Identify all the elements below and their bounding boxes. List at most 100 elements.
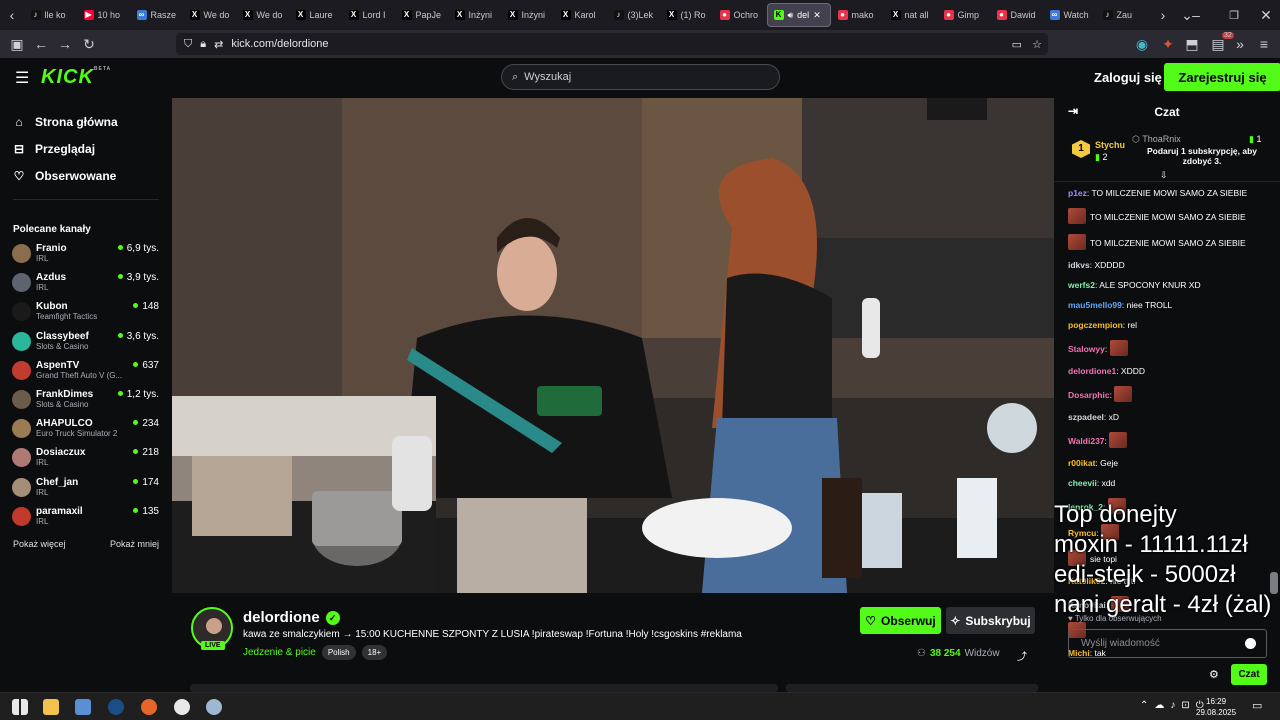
- emoji-icon[interactable]: [1245, 638, 1256, 649]
- browser-tab[interactable]: ● mako: [832, 3, 884, 27]
- kick-logo[interactable]: KICKBETA: [41, 66, 111, 89]
- menu-icon[interactable]: ≡: [1252, 36, 1276, 52]
- recommended-channel[interactable]: AHAPULCO Euro Truck Simulator 2 234: [0, 416, 172, 445]
- browser-tab[interactable]: X (1) Ro: [661, 3, 713, 27]
- follow-button[interactable]: ♡ Obserwuj: [860, 607, 941, 634]
- login-button[interactable]: Zaloguj się: [1094, 70, 1162, 85]
- audio-playing-icon[interactable]: 🔊︎: [788, 10, 794, 21]
- browser-tab[interactable]: X Inżyni: [502, 3, 554, 27]
- chat-username[interactable]: cheevii: [1068, 478, 1097, 488]
- recommended-channel[interactable]: AspenTV Grand Theft Auto V (G... 637: [0, 358, 172, 387]
- notifications-icon[interactable]: ▤ 32: [1206, 31, 1234, 53]
- tag-language[interactable]: Polish: [321, 645, 356, 660]
- reload-icon[interactable]: ↻: [77, 36, 101, 53]
- file-explorer-icon[interactable]: [43, 699, 59, 715]
- browser-tab[interactable]: X Laure: [290, 3, 342, 27]
- recommended-channel[interactable]: Dosiaczux IRL 218: [0, 445, 172, 474]
- permissions-icon[interactable]: ⇄: [214, 38, 223, 51]
- register-button[interactable]: Zarejestruj się: [1164, 63, 1280, 91]
- chat-username[interactable]: Waldi237: [1068, 436, 1105, 446]
- chat-username[interactable]: idkvs: [1068, 260, 1090, 270]
- recommended-channel[interactable]: Azdus IRL 3,9 tys.: [0, 270, 172, 299]
- category-link[interactable]: Jedzenie & picie: [243, 647, 316, 658]
- browser-tab[interactable]: ▶ 10 ho: [78, 3, 130, 27]
- chat-settings-gear-icon[interactable]: ⚙: [1209, 668, 1219, 681]
- recommended-channel[interactable]: Franio IRL 6,9 tys.: [0, 241, 172, 270]
- recommended-channel[interactable]: paramaxil IRL 135: [0, 504, 172, 533]
- chat-username[interactable]: pogczempion: [1068, 320, 1123, 330]
- close-window-icon[interactable]: ✕: [1254, 7, 1278, 24]
- extensions-puzzle-icon[interactable]: ⬒: [1180, 36, 1204, 53]
- browser-tab[interactable]: X Karol: [555, 3, 607, 27]
- steam-icon[interactable]: [108, 699, 124, 715]
- streamer-name[interactable]: delordione ✓: [243, 609, 340, 626]
- gift-subscription-prompt[interactable]: Podaruj 1 subskrypcję, aby zdobyć 3.: [1132, 146, 1272, 166]
- browser-tab[interactable]: ● Dawid: [991, 3, 1043, 27]
- restore-icon[interactable]: ❐: [1222, 9, 1246, 22]
- show-more-button[interactable]: Pokaż więcej: [13, 539, 66, 549]
- extension-shield-icon[interactable]: ◉: [1130, 36, 1154, 53]
- chat-message-input[interactable]: Wyślij wiadomość: [1068, 629, 1267, 658]
- chat-username[interactable]: mau5mello99: [1068, 300, 1122, 310]
- browser-tab[interactable]: ♪ Zau: [1097, 3, 1149, 27]
- chat-username[interactable]: werfs2: [1068, 280, 1095, 290]
- sidebar-toggle-icon[interactable]: ▣: [5, 36, 29, 53]
- show-less-button[interactable]: Pokaż mniej: [110, 539, 159, 549]
- minimize-icon[interactable]: –: [1184, 7, 1208, 23]
- tab-scroll-left-icon[interactable]: ‹: [0, 7, 24, 23]
- sidebar-nav-item[interactable]: ⊟ Przeglądaj: [0, 135, 172, 162]
- back-icon[interactable]: ←: [29, 36, 53, 52]
- browser-tab[interactable]: ● Ochro: [714, 3, 766, 27]
- search-input[interactable]: ⌕ Wyszukaj: [501, 64, 780, 90]
- browser-tab[interactable]: ● Gimp: [938, 3, 990, 27]
- browser-tab[interactable]: X We do: [184, 3, 236, 27]
- gifter-name[interactable]: ⬡ ThoaRnix: [1132, 134, 1181, 145]
- top-gifter-name[interactable]: Stychu: [1095, 140, 1125, 150]
- browser-tab[interactable]: Xnat all: [885, 3, 937, 27]
- browser-tab[interactable]: ∞ Watch: [1044, 3, 1096, 27]
- chat-username[interactable]: Dosarphic: [1068, 390, 1110, 400]
- tab-scroll-right-icon[interactable]: ›: [1151, 7, 1175, 23]
- browser-tab[interactable]: K 🔊︎ del ✕: [766, 3, 831, 27]
- browser-tab[interactable]: ♪ (3)Lek: [608, 3, 660, 27]
- chat-username[interactable]: szpadeel: [1068, 412, 1104, 422]
- chat-username[interactable]: delordione1: [1068, 366, 1116, 376]
- browser-tab[interactable]: ∞ Rasze: [131, 3, 183, 27]
- chat-username[interactable]: Stalowyy: [1068, 344, 1105, 354]
- url-bar[interactable]: ⛉ 🔒︎ ⇄ kick.com/delordione ☆ ▭: [176, 33, 1048, 55]
- overflow-chevrons-icon[interactable]: »: [1228, 36, 1252, 52]
- browser-tab[interactable]: X Inżyni: [449, 3, 501, 27]
- browser-tab[interactable]: X We do: [237, 3, 289, 27]
- browser-tab[interactable]: ♪ lle ko: [25, 3, 77, 27]
- tag-age[interactable]: 18+: [361, 645, 388, 660]
- subscribe-button[interactable]: ✧ Subskrybuj: [946, 607, 1035, 634]
- app-icon[interactable]: [206, 699, 222, 715]
- recommended-channel[interactable]: Classybeef Slots & Casino 3,6 tys.: [0, 329, 172, 358]
- expand-pins-icon[interactable]: ⇩: [1160, 170, 1168, 181]
- chat-username[interactable]: r00ikat: [1068, 458, 1095, 468]
- reader-view-icon[interactable]: ▭: [1012, 38, 1022, 51]
- recommended-channel[interactable]: Chef_jan IRL 174: [0, 475, 172, 504]
- notifications-center-icon[interactable]: ▭: [1252, 699, 1262, 712]
- chat-send-button[interactable]: Czat: [1231, 664, 1267, 685]
- browser-tab[interactable]: X Lord I: [343, 3, 395, 27]
- url-text[interactable]: kick.com/delordione: [231, 38, 328, 50]
- sidebar-nav-item[interactable]: ⌂ Strona główna: [0, 108, 172, 135]
- recommended-channel[interactable]: Kubon Teamfight Tactics 148: [0, 299, 172, 328]
- browser-tab[interactable]: X PapJe: [396, 3, 448, 27]
- hamburger-menu-icon[interactable]: ☰: [15, 68, 29, 88]
- taskbar-clock[interactable]: 16:29 29.08.2025: [1196, 696, 1236, 718]
- chat-username[interactable]: p1ez: [1068, 188, 1087, 198]
- share-icon[interactable]: ⤴: [1017, 648, 1027, 663]
- sidebar-nav-item[interactable]: ♡ Obserwowane: [0, 162, 172, 189]
- bookmark-star-icon[interactable]: ☆: [1032, 38, 1042, 51]
- close-tab-icon[interactable]: ✕: [813, 10, 821, 21]
- windows-start-icon[interactable]: [12, 699, 28, 715]
- remote-desktop-icon[interactable]: [75, 699, 91, 715]
- collapse-chat-icon[interactable]: ⇥: [1068, 104, 1078, 118]
- lock-icon[interactable]: 🔒︎: [200, 38, 206, 51]
- shield-icon[interactable]: ⛉: [184, 38, 192, 51]
- forward-icon[interactable]: →: [53, 36, 77, 52]
- obs-icon[interactable]: [174, 699, 190, 715]
- extension-fox-icon[interactable]: ✦: [1156, 36, 1180, 53]
